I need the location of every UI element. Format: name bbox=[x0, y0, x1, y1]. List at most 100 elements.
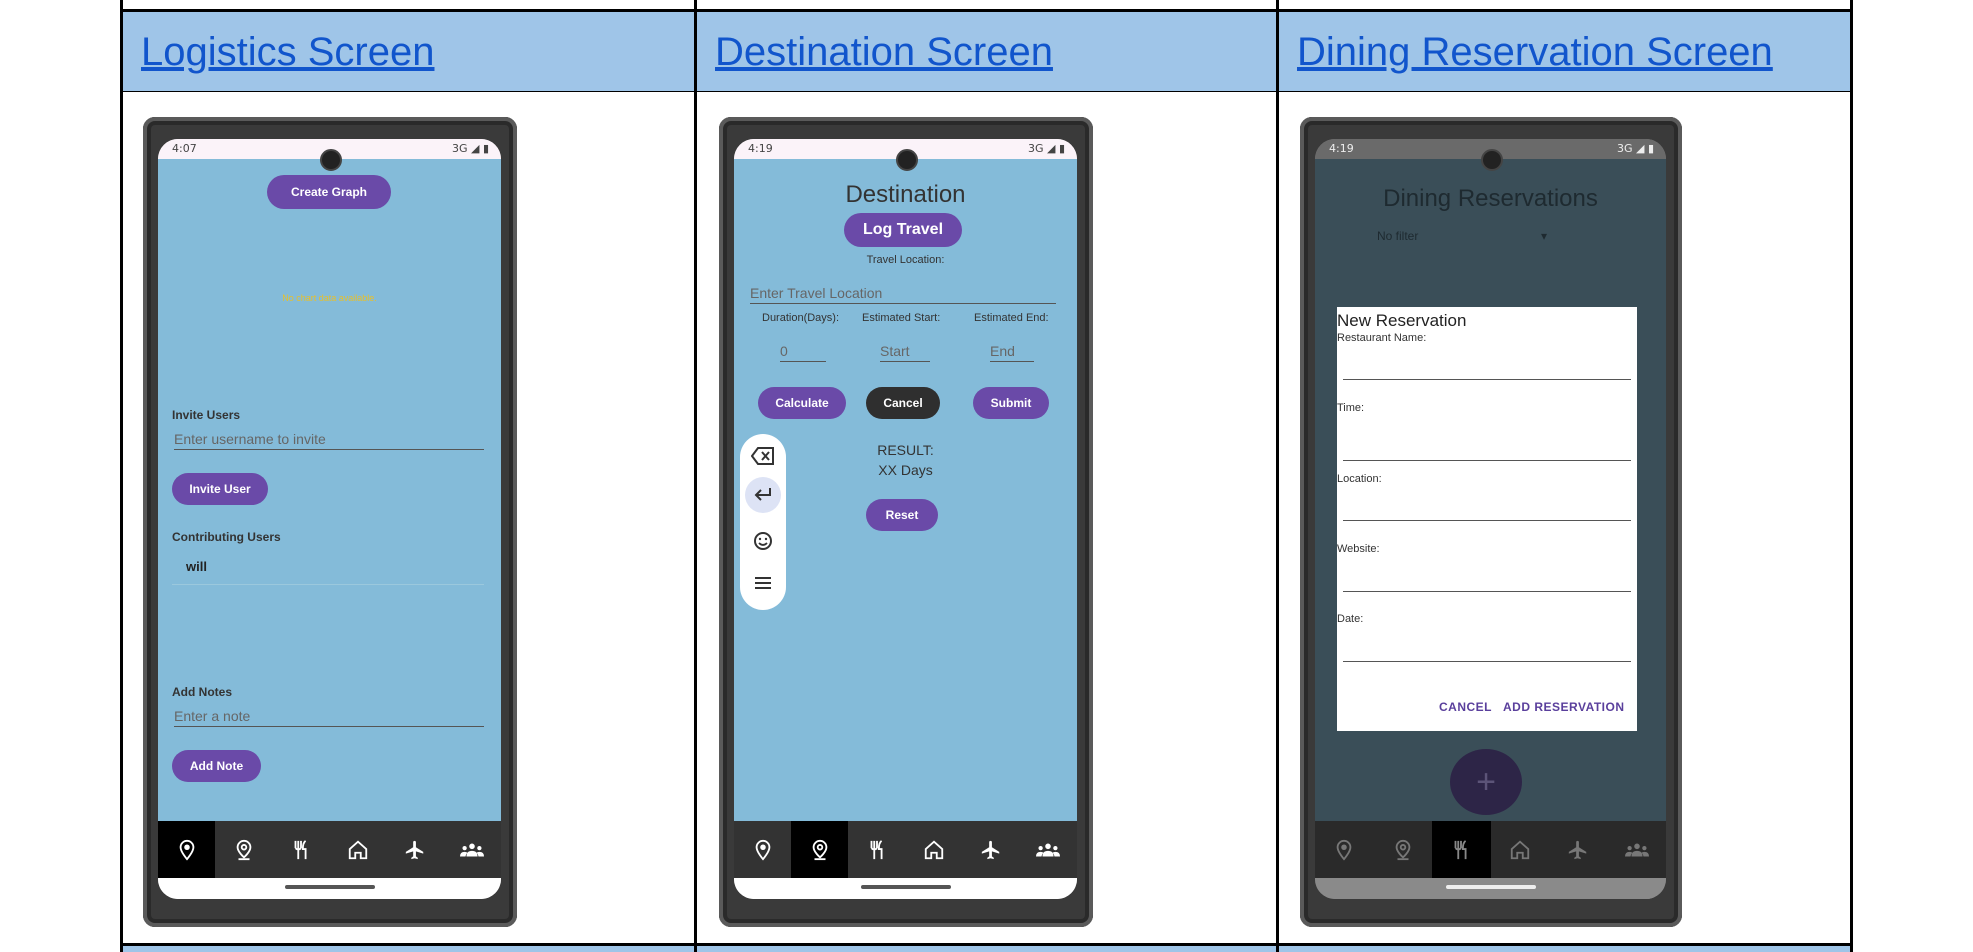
column-header-destination: Destination Screen bbox=[697, 12, 1276, 91]
location-label: Location: bbox=[1337, 473, 1382, 485]
nav-dining-icon[interactable] bbox=[1432, 821, 1491, 878]
nav-destination-icon[interactable] bbox=[1374, 821, 1433, 878]
logistics-screen: 4:07 3G ◢ ▮ Create Graph No chart data a… bbox=[158, 139, 501, 899]
destination-content: Destination Log Travel Travel Location: … bbox=[734, 159, 1077, 843]
nav-destination-icon[interactable] bbox=[215, 821, 272, 878]
table-column-border bbox=[1276, 0, 1279, 952]
table-column-border bbox=[1850, 0, 1853, 952]
nav-logistics-icon[interactable] bbox=[1315, 821, 1374, 878]
date-input[interactable] bbox=[1343, 641, 1631, 662]
nav-group-icon[interactable] bbox=[444, 821, 501, 878]
nav-home-icon[interactable] bbox=[906, 821, 963, 878]
dining-phone-frame: 4:19 3G ◢ ▮ Dining Reservations No filte… bbox=[1300, 117, 1682, 927]
add-note-button[interactable]: Add Note bbox=[172, 750, 261, 782]
column-header-logistics: Logistics Screen bbox=[123, 12, 694, 91]
gesture-bar bbox=[1315, 878, 1666, 899]
backspace-icon[interactable] bbox=[750, 446, 775, 471]
destination-phone-frame: 4:19 3G ◢ ▮ Destination Log Travel Trave… bbox=[719, 117, 1093, 927]
add-reservation-button[interactable]: ADD RESERVATION bbox=[1503, 700, 1625, 714]
start-input[interactable]: Start bbox=[880, 343, 930, 362]
no-chart-message: No chart data available. bbox=[282, 293, 377, 303]
end-label: Estimated End: bbox=[974, 312, 1049, 324]
travel-location-label: Travel Location: bbox=[866, 254, 945, 266]
travel-location-input[interactable]: Enter Travel Location bbox=[750, 285, 1056, 304]
submit-button[interactable]: Submit bbox=[973, 387, 1049, 419]
status-icons: 3G ◢ ▮ bbox=[1027, 142, 1065, 155]
camera-cutout bbox=[896, 149, 918, 171]
duration-input[interactable]: 0 bbox=[780, 343, 826, 362]
add-notes-label: Add Notes bbox=[172, 685, 232, 699]
enter-key[interactable] bbox=[745, 477, 781, 513]
nav-group-icon[interactable] bbox=[1608, 821, 1667, 878]
nav-flight-icon[interactable] bbox=[1549, 821, 1608, 878]
invite-user-button[interactable]: Invite User bbox=[172, 473, 268, 505]
website-label: Website: bbox=[1337, 543, 1380, 555]
dialog-title: New Reservation bbox=[1337, 311, 1467, 330]
invite-users-label: Invite Users bbox=[172, 408, 241, 422]
keyboard-floating-toolbar bbox=[740, 434, 786, 610]
gesture-bar bbox=[158, 878, 501, 899]
menu-icon[interactable] bbox=[753, 575, 773, 596]
reset-button[interactable]: Reset bbox=[866, 499, 938, 531]
contributing-user-item: will bbox=[186, 559, 207, 574]
page-title: Destination bbox=[845, 181, 966, 208]
status-icons: 3G ◢ ▮ bbox=[451, 142, 489, 155]
nav-home-icon[interactable] bbox=[330, 821, 387, 878]
log-travel-button[interactable]: Log Travel bbox=[844, 213, 962, 247]
bottom-navigation bbox=[734, 821, 1077, 878]
contributing-users-label: Contributing Users bbox=[172, 530, 281, 544]
divider bbox=[172, 584, 484, 585]
duration-label: Duration(Days): bbox=[762, 312, 840, 324]
next-row-header bbox=[123, 946, 694, 952]
nav-logistics-icon[interactable] bbox=[734, 821, 791, 878]
end-input[interactable]: End bbox=[990, 343, 1034, 362]
restaurant-name-input[interactable] bbox=[1343, 359, 1631, 380]
destination-screen-link[interactable]: Destination Screen bbox=[715, 30, 1053, 75]
create-graph-button[interactable]: Create Graph bbox=[267, 175, 391, 209]
emoji-icon[interactable] bbox=[753, 531, 773, 556]
nav-home-icon[interactable] bbox=[1491, 821, 1550, 878]
website-input[interactable] bbox=[1343, 571, 1631, 592]
camera-cutout bbox=[320, 149, 342, 171]
nav-destination-icon[interactable] bbox=[791, 821, 849, 878]
enter-icon bbox=[754, 488, 771, 501]
location-input[interactable] bbox=[1343, 500, 1631, 521]
bottom-navigation bbox=[1315, 821, 1666, 878]
bottom-navigation bbox=[158, 821, 501, 878]
next-row-header bbox=[697, 946, 1276, 952]
time-label: Time: bbox=[1337, 402, 1365, 414]
nav-logistics-icon[interactable] bbox=[158, 821, 216, 878]
filter-value: No filter bbox=[1377, 229, 1419, 243]
next-row-header bbox=[1279, 946, 1850, 952]
calculate-button[interactable]: Calculate bbox=[758, 387, 846, 419]
camera-cutout bbox=[1481, 149, 1503, 171]
cancel-button[interactable]: CANCEL bbox=[1439, 700, 1492, 714]
start-label: Estimated Start: bbox=[862, 312, 941, 324]
nav-flight-icon[interactable] bbox=[387, 821, 444, 878]
logistics-phone-frame: 4:07 3G ◢ ▮ Create Graph No chart data a… bbox=[143, 117, 517, 927]
table-column-border bbox=[120, 0, 123, 952]
nav-flight-icon[interactable] bbox=[963, 821, 1020, 878]
status-icons: 3G ◢ ▮ bbox=[1616, 142, 1654, 155]
new-reservation-dialog: New Reservation Restaurant Name: Time: L… bbox=[1337, 307, 1637, 731]
dining-screen-link[interactable]: Dining Reservation Screen bbox=[1297, 30, 1773, 75]
nav-dining-icon[interactable] bbox=[272, 821, 329, 878]
nav-dining-icon[interactable] bbox=[848, 821, 905, 878]
gesture-bar bbox=[734, 878, 1077, 899]
table-column-border bbox=[694, 0, 697, 952]
nav-group-icon[interactable] bbox=[1020, 821, 1077, 878]
dining-screen: 4:19 3G ◢ ▮ Dining Reservations No filte… bbox=[1315, 139, 1666, 899]
logistics-content: Create Graph No chart data available. In… bbox=[158, 159, 501, 843]
time-input[interactable] bbox=[1343, 440, 1631, 461]
filter-dropdown[interactable]: No filter ▾ bbox=[1377, 229, 1547, 247]
note-input[interactable]: Enter a note bbox=[174, 708, 484, 727]
destination-screen: 4:19 3G ◢ ▮ Destination Log Travel Trave… bbox=[734, 139, 1077, 899]
status-time: 4:19 bbox=[1329, 142, 1354, 155]
invite-username-input[interactable]: Enter username to invite bbox=[174, 431, 484, 450]
add-reservation-fab[interactable]: + bbox=[1450, 749, 1522, 815]
logistics-screen-link[interactable]: Logistics Screen bbox=[141, 30, 434, 75]
status-time: 4:07 bbox=[172, 142, 197, 155]
cancel-button[interactable]: Cancel bbox=[866, 387, 940, 419]
restaurant-name-label: Restaurant Name: bbox=[1337, 332, 1427, 344]
status-time: 4:19 bbox=[748, 142, 773, 155]
